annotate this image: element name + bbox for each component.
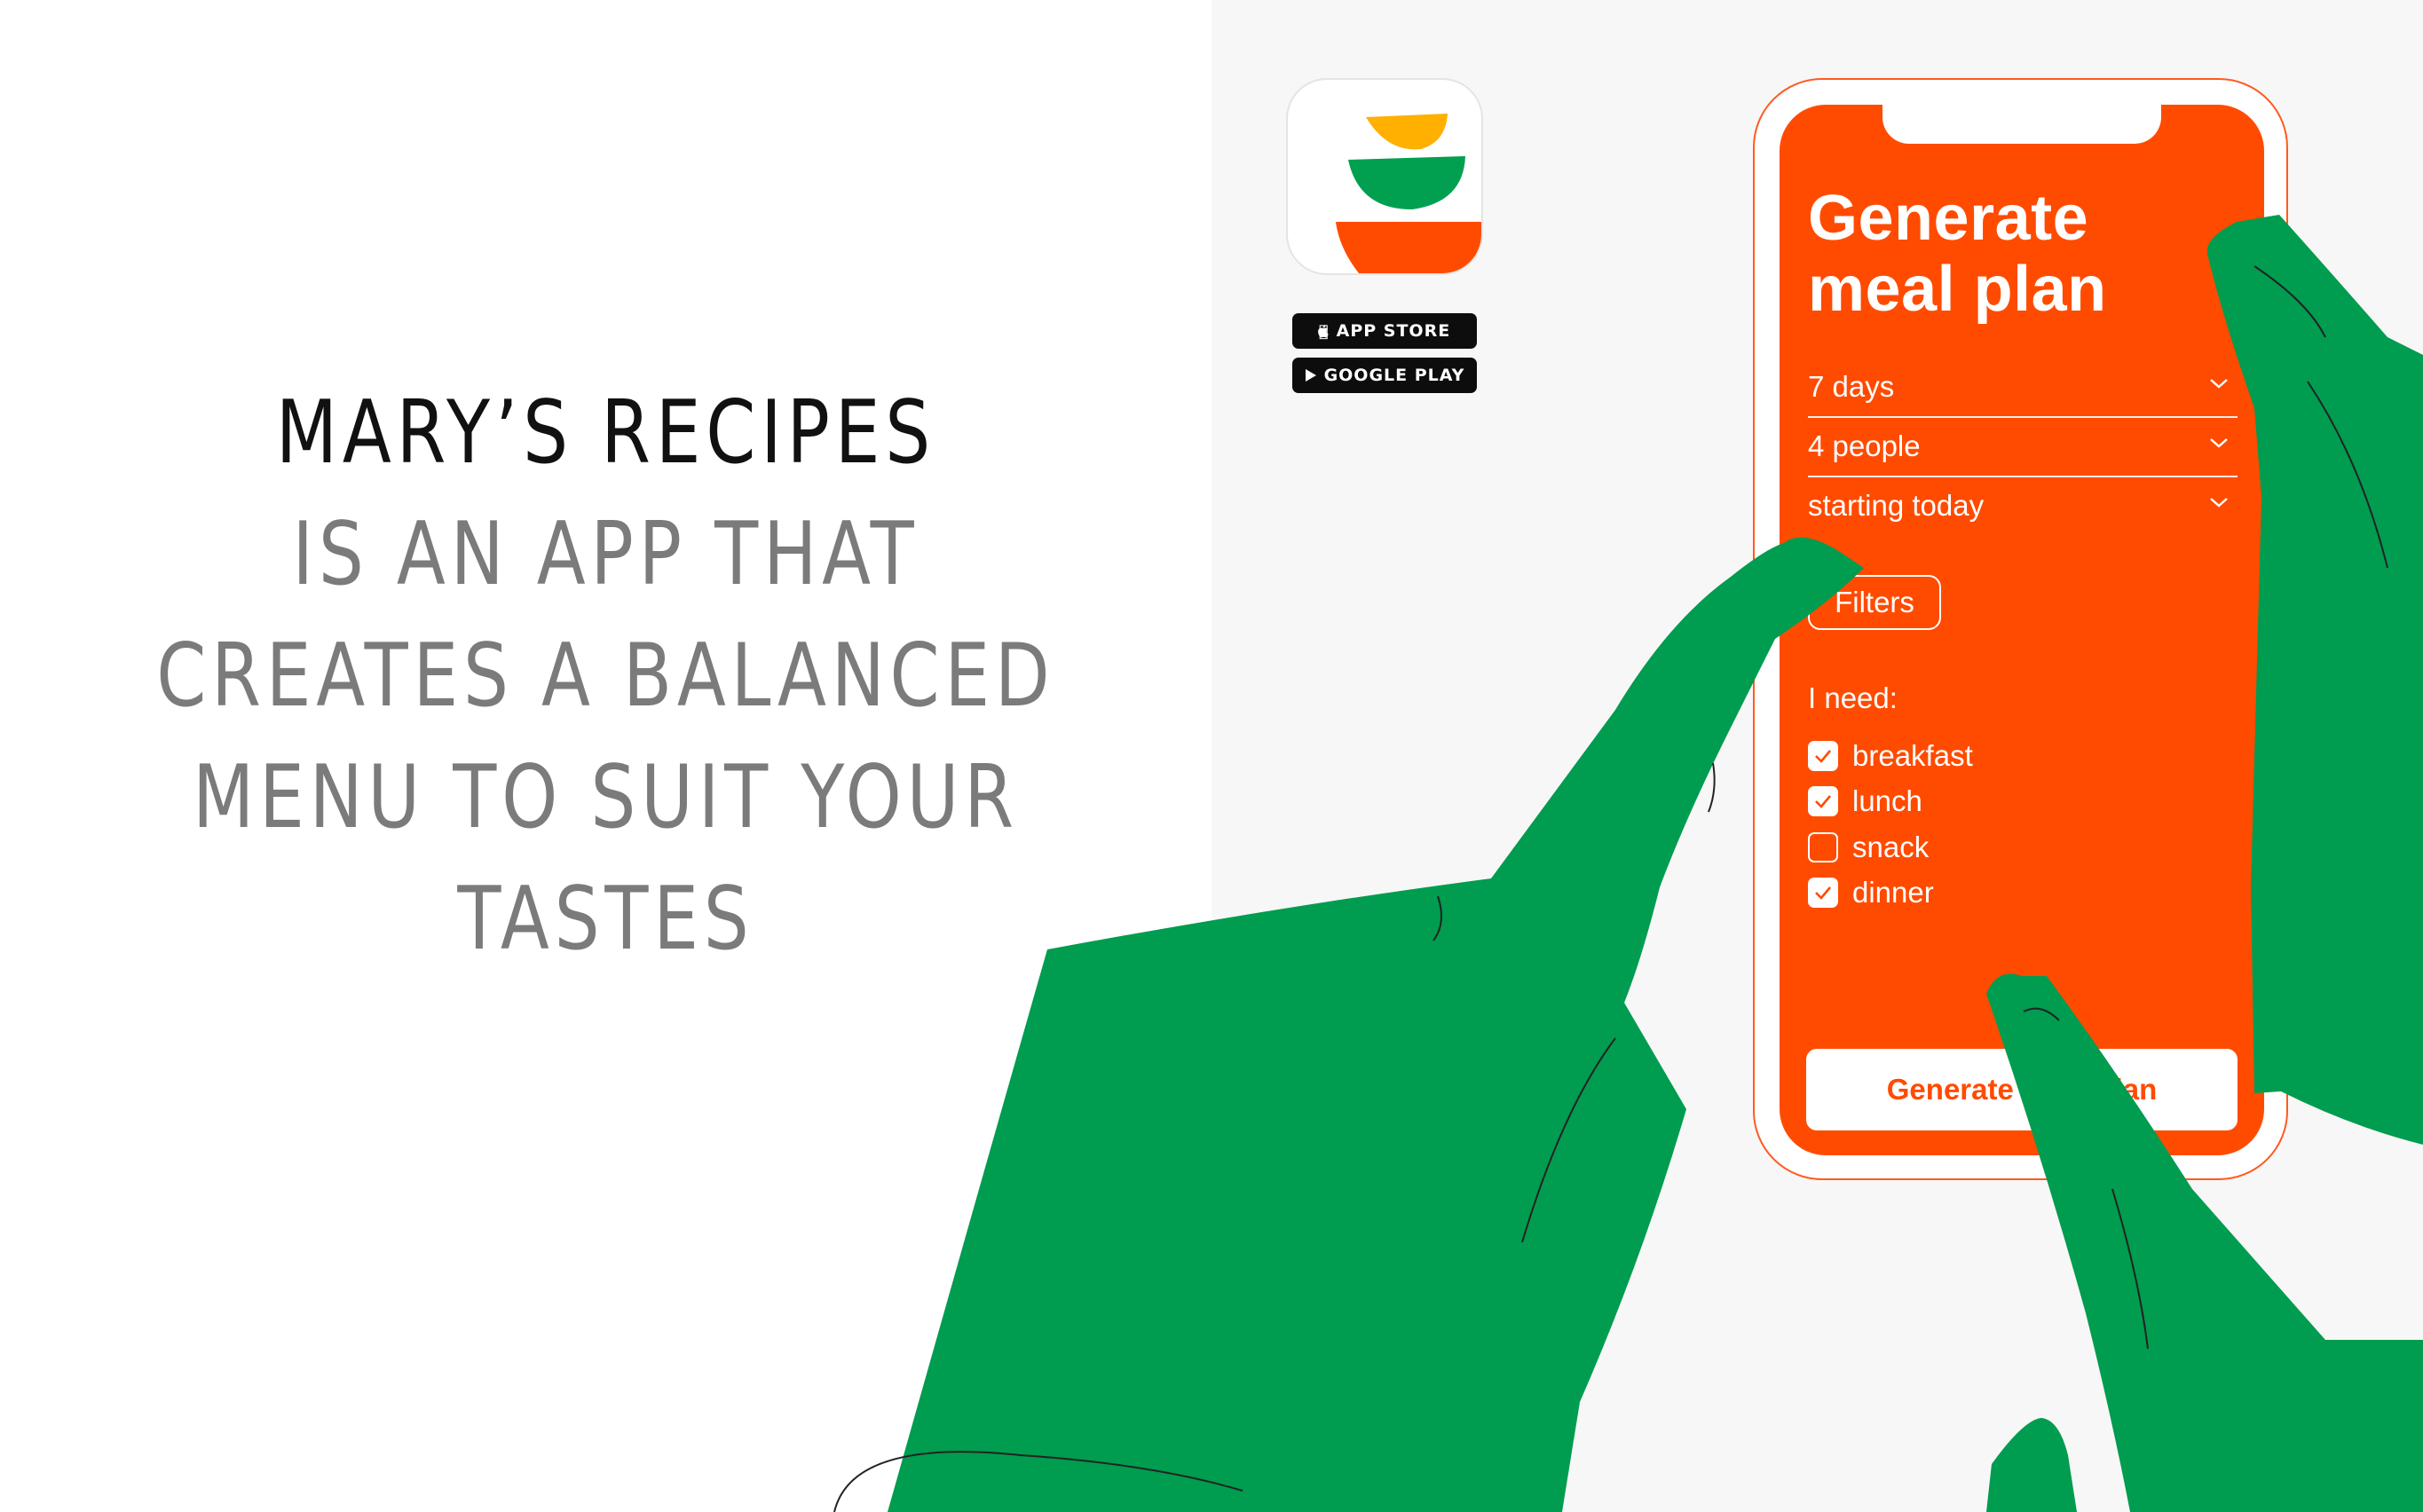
filters-label: Filters	[1835, 586, 1914, 618]
meal-label: breakfast	[1852, 739, 1973, 772]
meal-option-dinner[interactable]: dinner	[1808, 875, 1934, 910]
app-icon[interactable]	[1288, 80, 1481, 273]
tagline-line-2: CREATES A BALANCED	[156, 626, 1055, 727]
days-dropdown[interactable]: 7 days	[1808, 359, 2238, 418]
people-value: 4 people	[1808, 429, 1921, 462]
start-date-value: starting today	[1808, 489, 1985, 522]
meal-label: dinner	[1852, 876, 1934, 909]
generate-meal-plan-button[interactable]: Generate meal plan	[1806, 1049, 2238, 1130]
generate-button-label: Generate meal plan	[1886, 1073, 2158, 1106]
google-play-button[interactable]: GOOGLE PLAY	[1292, 358, 1477, 393]
need-label: I need:	[1808, 681, 1898, 714]
meal-label: lunch	[1852, 784, 1922, 817]
phone-screen: Generate meal plan 7 days 4 people start…	[1780, 105, 2264, 1155]
meal-option-snack[interactable]: snack	[1808, 830, 1929, 865]
app-name: MARY’S RECIPES	[275, 382, 936, 484]
meal-option-lunch[interactable]: lunch	[1808, 784, 1922, 819]
check-icon	[1815, 750, 1831, 763]
tagline-line-3: MENU TO SUIT YOUR	[192, 747, 1019, 848]
phone-notch	[1882, 105, 2161, 144]
apple-logo-icon	[1317, 325, 1329, 338]
start-date-dropdown[interactable]: starting today	[1808, 478, 2238, 537]
bowls-logo-icon	[1336, 114, 1481, 273]
app-store-label: APP STORE	[1330, 321, 1450, 341]
google-play-label: GOOGLE PLAY	[1323, 366, 1465, 385]
headline: MARY’S RECIPES IS AN APP THAT CREATES A …	[109, 373, 1102, 980]
tagline-line-1: IS AN APP THAT	[292, 504, 919, 605]
chevron-down-icon	[2210, 498, 2228, 508]
screen-title-line-2: meal plan	[1808, 254, 2107, 325]
app-store-button[interactable]:  APP STORE	[1292, 313, 1477, 349]
meal-label: snack	[1852, 831, 1930, 863]
people-dropdown[interactable]: 4 people	[1808, 419, 2238, 477]
meal-option-breakfast[interactable]: breakfast	[1808, 738, 1973, 774]
checkbox-checked[interactable]	[1808, 741, 1838, 771]
screen-title-line-1: Generate	[1808, 183, 2089, 254]
tagline-line-4: TASTES	[457, 869, 754, 970]
screen-title: Generate meal plan	[1808, 183, 2234, 325]
chevron-down-icon	[2210, 379, 2228, 389]
checkbox-unchecked[interactable]	[1808, 832, 1838, 862]
filters-button[interactable]: Filters	[1808, 575, 1941, 630]
chevron-down-icon	[2210, 438, 2228, 448]
days-value: 7 days	[1808, 370, 1895, 403]
checkbox-checked[interactable]	[1808, 786, 1838, 816]
check-icon	[1815, 795, 1831, 808]
check-icon	[1815, 886, 1831, 900]
play-icon	[1305, 369, 1316, 382]
checkbox-checked[interactable]	[1808, 878, 1838, 908]
